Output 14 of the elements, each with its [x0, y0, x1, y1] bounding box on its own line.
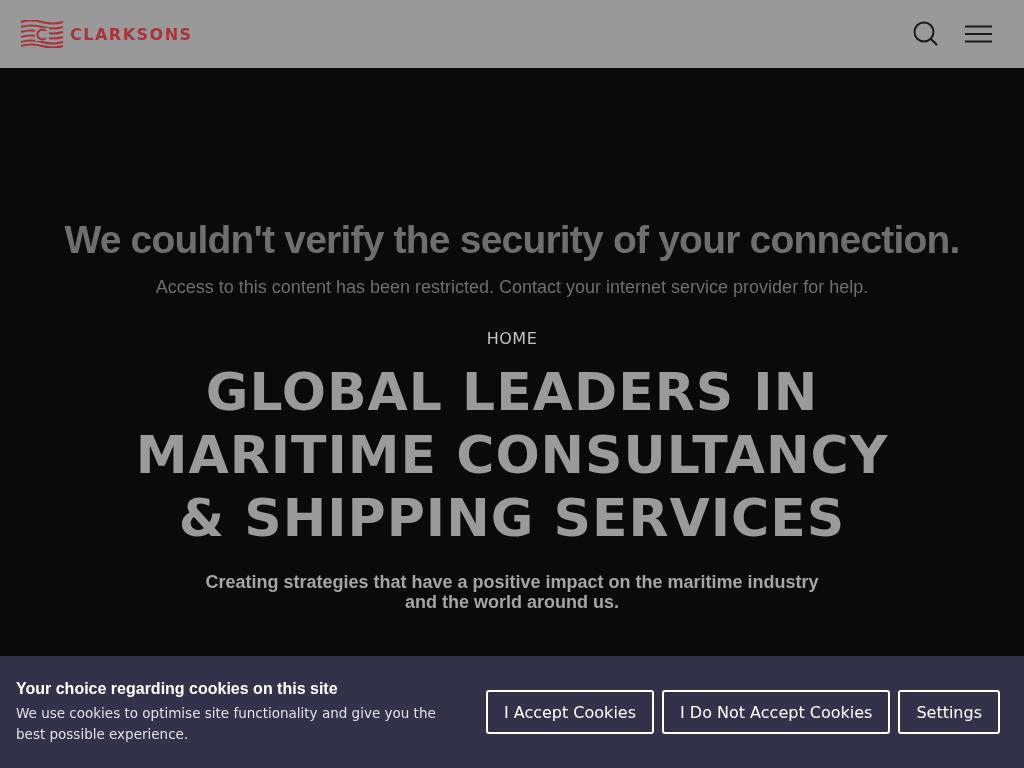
hero-title: MARITIME CONSULTANCY [135, 424, 889, 487]
hero-title: & SHIPPING SERVICES [178, 487, 846, 550]
cookie-title: Your choice regarding cookies on this site [16, 679, 339, 698]
error-message: Access to this content has been restricted. Contact your internet service provider for help. [155, 277, 869, 298]
hero-subtitle: Creating strategies that have a positive impact on the maritime industry and the world around us. [204, 572, 820, 612]
cookie-button[interactable]: I Do Not Accept Cookies [662, 690, 891, 734]
cookie-button[interactable]: Settings [898, 690, 1000, 734]
search-icon[interactable] [913, 21, 939, 47]
cookie-button[interactable]: I Accept Cookies [485, 690, 654, 734]
hero-title: GLOBAL LEADERS IN [205, 361, 819, 424]
menu-icon[interactable] [965, 25, 992, 43]
error-heading: We couldn't verify the security of your connection. [64, 218, 960, 262]
breadcrumb-link[interactable]: HOME [486, 329, 538, 349]
cookie-description: We use cookies to optimise site functionality and give you the best possible experience. [16, 703, 437, 744]
